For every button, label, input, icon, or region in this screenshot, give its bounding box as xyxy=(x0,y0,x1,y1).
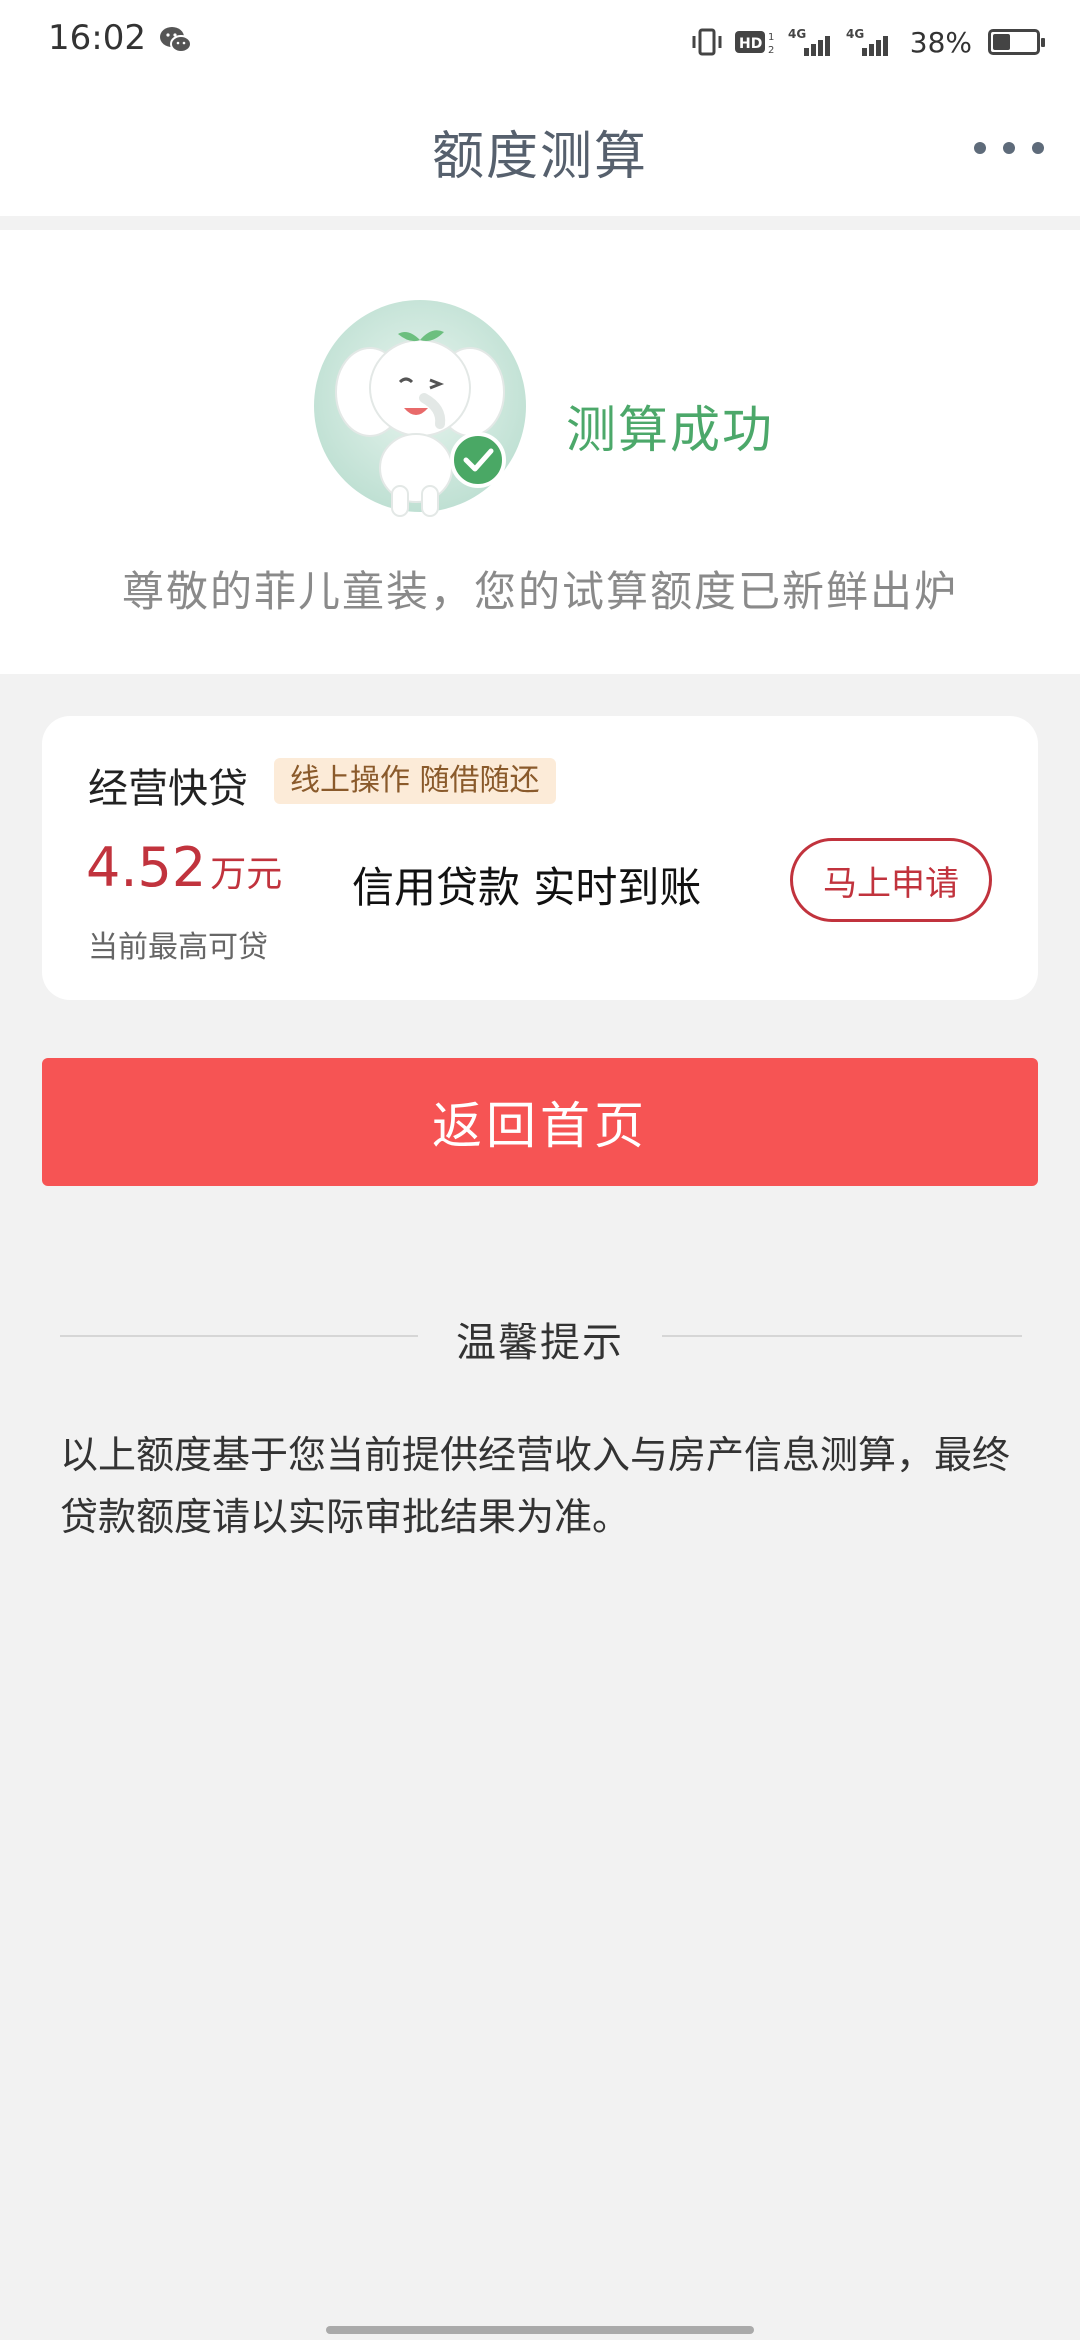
tip-body: 以上额度基于您当前提供经营收入与房产信息测算，最终贷款额度请以实际审批结果为准。 xyxy=(60,1433,1011,1539)
divider xyxy=(662,1335,1022,1337)
hd-icon: HD 1 2 xyxy=(734,31,774,56)
calc-success-label: 测算成功 xyxy=(566,401,774,459)
home-indicator[interactable] xyxy=(326,2326,754,2334)
svg-text:4G: 4G xyxy=(788,27,806,41)
vibrate-icon xyxy=(692,28,722,56)
loan-amount-value: 4.52 xyxy=(86,836,207,899)
title-bar: 额度测算 xyxy=(0,84,1080,216)
svg-text:2: 2 xyxy=(768,45,774,56)
elephant-mascot-success-icon xyxy=(314,300,526,517)
product-tag: 线上操作 随借随还 xyxy=(274,758,556,804)
status-time: 16:02 xyxy=(48,18,146,58)
signal-4g-icon: 4G xyxy=(788,27,830,56)
apply-now-button[interactable]: 马上申请 xyxy=(790,838,992,922)
loan-product-card: 经营快贷 线上操作 随借随还 4.52 万元 当前最高可贷 信用贷款 实时到账 马… xyxy=(42,716,1038,1000)
tip-title: 温馨提示 xyxy=(456,1320,624,1366)
page-title: 额度测算 xyxy=(431,127,648,187)
svg-text:4G: 4G xyxy=(846,27,864,41)
svg-text:HD: HD xyxy=(739,36,762,52)
more-dot xyxy=(974,142,986,154)
more-dot xyxy=(1032,142,1044,154)
wechat-icon xyxy=(160,27,192,53)
status-indicators: HD 1 2 4G 4G 38% xyxy=(690,22,1045,62)
more-options-button[interactable] xyxy=(974,126,1044,170)
battery-percent: 38% xyxy=(909,25,972,59)
result-hero: 测算成功 尊敬的菲儿童装，您的试算额度已新鲜出炉 xyxy=(0,230,1080,674)
status-bar: 16:02 HD 1 2 4G 4G 38% xyxy=(0,0,1080,84)
battery-icon xyxy=(988,29,1045,55)
return-home-button[interactable]: 返回首页 xyxy=(42,1058,1038,1186)
product-feature: 信用贷款 实时到账 xyxy=(352,863,702,912)
loan-amount-unit: 万元 xyxy=(210,854,283,895)
signal-4g-icon-2: 4G xyxy=(846,27,888,56)
svg-text:1: 1 xyxy=(768,32,774,43)
loan-amount: 4.52 万元 xyxy=(86,836,282,899)
battery-fill xyxy=(993,34,1010,50)
result-message: 尊敬的菲儿童装，您的试算额度已新鲜出炉 xyxy=(121,567,958,616)
more-dot xyxy=(1003,142,1015,154)
product-name: 经营快贷 xyxy=(88,766,248,812)
loan-amount-label: 当前最高可贷 xyxy=(88,930,268,965)
